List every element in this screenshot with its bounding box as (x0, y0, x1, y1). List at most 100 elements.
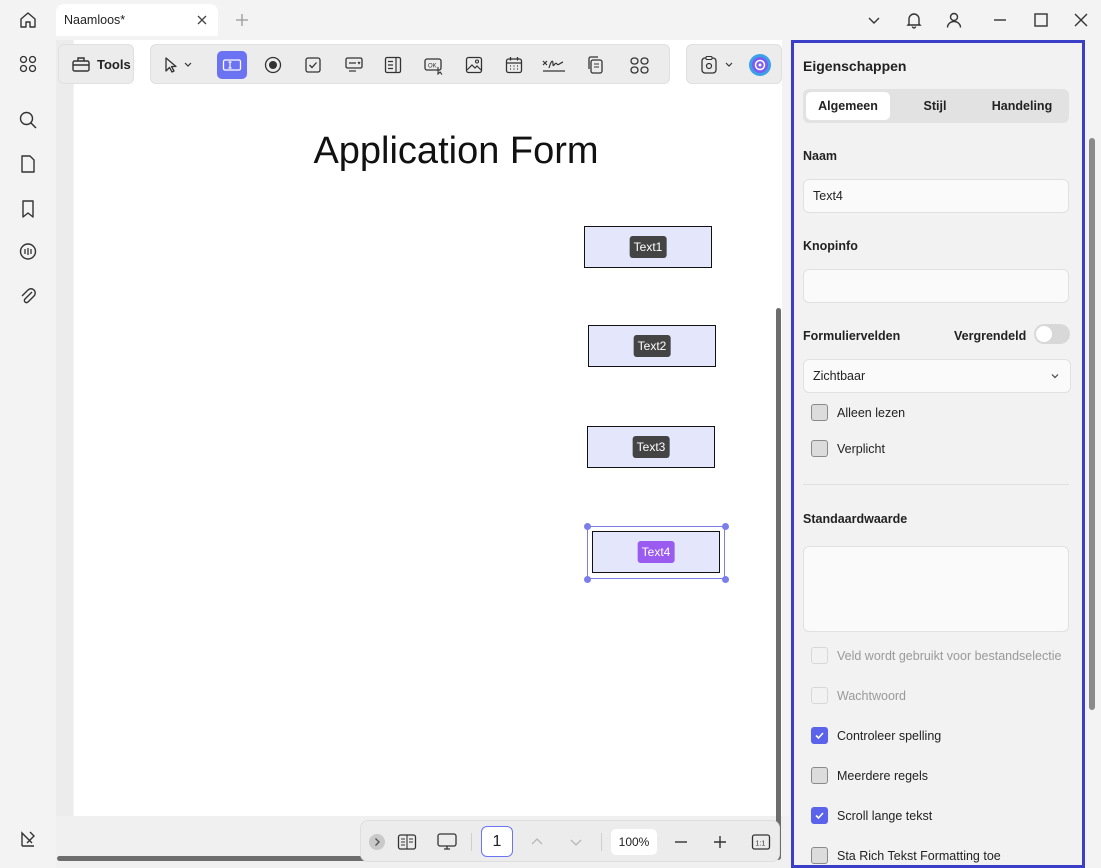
richtext-option[interactable]: Sta Rich Tekst Formatting toe (811, 847, 1001, 864)
file-select-option: Veld wordt gebruikt voor bestandselectie (811, 647, 1061, 664)
multiline-label: Meerdere regels (837, 768, 929, 783)
form-field-text2[interactable]: Text2 (588, 325, 716, 367)
document-title: Application Form (313, 130, 599, 172)
home-icon[interactable] (14, 8, 42, 32)
zoom-level[interactable]: 100% (611, 829, 657, 855)
password-checkbox (811, 687, 828, 704)
form-field-text3[interactable]: Text3 (587, 426, 715, 468)
default-value-label: Standaardwaarde (803, 512, 908, 526)
expand-icon[interactable] (365, 830, 389, 854)
next-page-icon[interactable] (564, 830, 588, 854)
attachment-icon[interactable] (15, 283, 41, 309)
zoom-in-icon[interactable] (708, 830, 732, 854)
form-field-text1[interactable]: Text1 (584, 226, 712, 268)
richtext-checkbox[interactable] (811, 847, 828, 864)
button-tool[interactable]: OK (419, 51, 449, 79)
calendar-icon (505, 57, 523, 74)
date-tool[interactable] (499, 51, 529, 79)
copy-field-tool[interactable] (580, 51, 610, 79)
readonly-checkbox[interactable] (811, 404, 828, 421)
resize-handle[interactable] (584, 576, 591, 583)
field-name-tag: Text4 (637, 541, 675, 563)
resize-handle[interactable] (584, 523, 591, 530)
document-tab-title: Naamloos* (64, 13, 126, 27)
required-checkbox[interactable] (811, 440, 828, 457)
bookmark-icon[interactable] (15, 196, 41, 222)
scroll-option[interactable]: Scroll lange tekst (811, 807, 932, 824)
name-input[interactable]: Text4 (803, 179, 1069, 213)
form-field-text4[interactable]: Text4 (592, 531, 720, 573)
maximize-icon[interactable] (1028, 8, 1054, 32)
panel-scrollbar[interactable] (1089, 138, 1095, 710)
file-select-checkbox (811, 647, 828, 664)
field-name-tag: Text1 (629, 236, 667, 258)
copy-icon (588, 56, 603, 74)
cursor-icon (165, 57, 192, 73)
tooltip-input[interactable] (803, 269, 1069, 303)
close-tab-icon[interactable] (194, 12, 210, 28)
ai-assistant[interactable] (745, 51, 775, 79)
new-tab-icon[interactable] (232, 10, 252, 30)
tab-style[interactable]: Stijl (893, 92, 977, 120)
page-icon[interactable] (15, 151, 41, 177)
title-bar: Naamloos* (0, 0, 1101, 40)
resize-handle[interactable] (722, 523, 729, 530)
tools-button[interactable]: Tools (58, 44, 134, 84)
user-icon[interactable] (941, 8, 967, 32)
default-value-textarea[interactable] (803, 546, 1069, 632)
multiline-checkbox[interactable] (811, 767, 828, 784)
required-label: Verplicht (837, 441, 885, 456)
password-option: Wachtwoord (811, 687, 906, 704)
image-icon (465, 56, 483, 74)
previous-page-icon[interactable] (525, 830, 549, 854)
tooltip-label: Knopinfo (803, 239, 858, 253)
panel-tabs: Algemeen Stijl Handeling (803, 89, 1069, 123)
divider (601, 833, 602, 851)
actual-size-icon[interactable]: 1:1 (749, 830, 773, 854)
tools-label: Tools (97, 56, 131, 72)
form-recognition-tool[interactable] (693, 51, 739, 79)
chevron-down-icon[interactable] (861, 8, 887, 32)
visibility-select[interactable]: Zichtbaar (803, 359, 1071, 393)
radio-button-tool[interactable] (258, 51, 288, 79)
minimize-icon[interactable] (987, 8, 1013, 32)
image-tool[interactable] (459, 51, 489, 79)
readonly-option[interactable]: Alleen lezen (811, 404, 905, 421)
ok-button-icon: OK (424, 58, 443, 75)
checkbox-tool[interactable] (298, 51, 328, 79)
select-tool[interactable] (157, 51, 201, 79)
locked-toggle[interactable] (1034, 324, 1070, 344)
zoom-out-icon[interactable] (669, 830, 693, 854)
close-window-icon[interactable] (1068, 8, 1094, 32)
sign-icon[interactable] (15, 826, 41, 852)
scroll-checkbox[interactable] (811, 807, 828, 824)
vertical-scrollbar[interactable] (776, 308, 781, 860)
more-tools[interactable] (625, 51, 655, 79)
text-field-icon (222, 59, 242, 71)
comment-icon[interactable] (15, 239, 41, 265)
signature-tool[interactable] (539, 51, 569, 79)
check-icon (815, 812, 824, 820)
bell-icon[interactable] (901, 8, 927, 32)
page-number-input[interactable]: 1 (481, 826, 513, 857)
tab-general[interactable]: Algemeen (806, 92, 890, 120)
resize-handle[interactable] (722, 576, 729, 583)
presentation-icon[interactable] (435, 830, 459, 854)
spellcheck-checkbox[interactable] (811, 727, 828, 744)
apps-grid-icon[interactable] (15, 51, 41, 77)
multiline-option[interactable]: Meerdere regels (811, 767, 928, 784)
divider (471, 833, 472, 851)
toggle-knob (1036, 326, 1052, 342)
text-field-tool[interactable] (217, 51, 247, 79)
combo-box-tool[interactable] (339, 51, 369, 79)
document-tab[interactable]: Naamloos* (56, 4, 218, 36)
tab-action[interactable]: Handeling (979, 92, 1065, 120)
grid-icon (630, 57, 649, 74)
page-layout-icon[interactable] (395, 830, 419, 854)
ai-assistant-icon (749, 54, 771, 76)
required-option[interactable]: Verplicht (811, 440, 885, 457)
search-icon[interactable] (15, 107, 41, 133)
spellcheck-option[interactable]: Controleer spelling (811, 727, 941, 744)
svg-text:1:1: 1:1 (756, 841, 766, 848)
list-box-tool[interactable] (378, 51, 408, 79)
